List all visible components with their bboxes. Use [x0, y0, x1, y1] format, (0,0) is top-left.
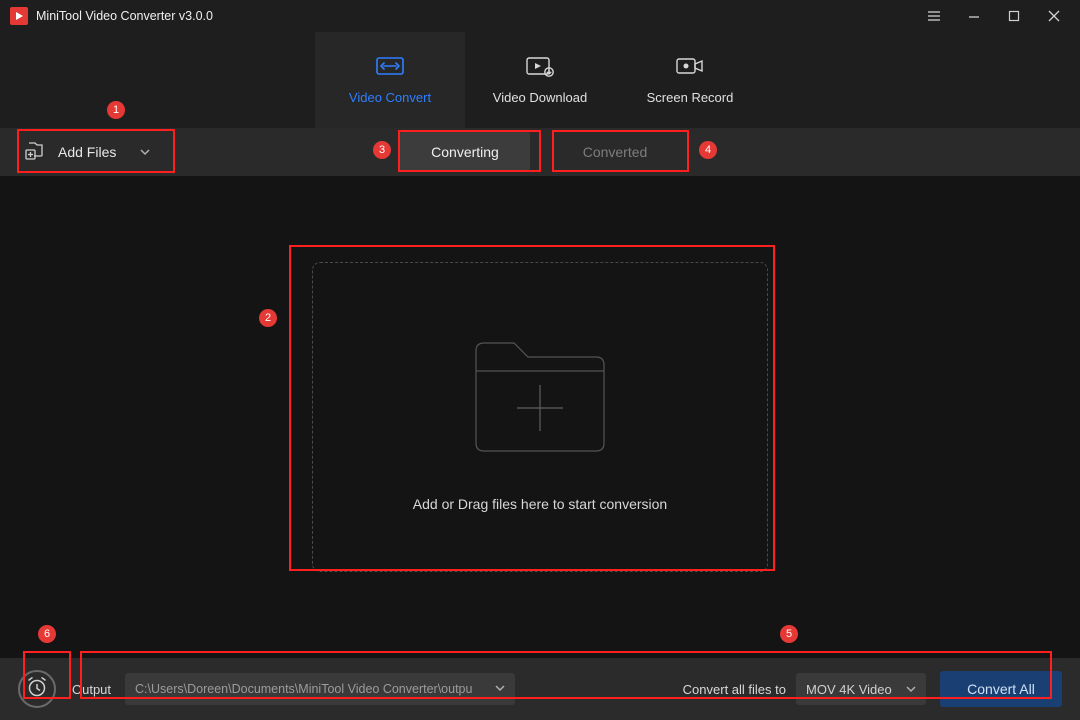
nav-label: Video Download: [493, 90, 587, 105]
folder-plus-icon: [456, 323, 624, 468]
app-title: MiniTool Video Converter v3.0.0: [36, 9, 213, 23]
tab-label: Converting: [431, 144, 499, 160]
record-icon: [675, 55, 705, 80]
format-selected-text: MOV 4K Video: [806, 682, 898, 697]
nav-label: Screen Record: [647, 90, 734, 105]
clock-icon: [26, 676, 48, 703]
tab-converted[interactable]: Converted: [550, 132, 680, 172]
conversion-tabs: Converting Converted: [400, 128, 680, 176]
format-select[interactable]: MOV 4K Video: [796, 673, 926, 705]
drop-zone-hint: Add or Drag files here to start conversi…: [413, 496, 667, 512]
convert-all-button[interactable]: Convert All: [940, 671, 1062, 707]
chevron-down-icon: [495, 682, 505, 696]
close-button[interactable]: [1034, 0, 1074, 32]
app-logo-icon: [10, 7, 28, 25]
convert-icon: [375, 55, 405, 80]
title-bar: MiniTool Video Converter v3.0.0: [0, 0, 1080, 32]
add-files-icon: [24, 140, 46, 165]
nav-label: Video Convert: [349, 90, 431, 105]
maximize-button[interactable]: [994, 0, 1034, 32]
output-label: Output: [72, 682, 111, 697]
schedule-button[interactable]: [18, 670, 56, 708]
convert-all-label: Convert all files to: [683, 682, 786, 697]
tab-label: Converted: [583, 144, 648, 160]
tab-converting[interactable]: Converting: [400, 132, 530, 172]
nav-screen-record[interactable]: Screen Record: [615, 32, 765, 128]
app-window: MiniTool Video Converter v3.0.0: [0, 0, 1080, 720]
drop-zone[interactable]: Add or Drag files here to start conversi…: [312, 262, 768, 572]
chevron-down-icon: [140, 144, 150, 160]
output-path-text: C:\Users\Doreen\Documents\MiniTool Video…: [135, 682, 489, 696]
window-controls: [914, 0, 1074, 32]
output-path-dropdown[interactable]: C:\Users\Doreen\Documents\MiniTool Video…: [125, 673, 515, 705]
hamburger-menu-icon[interactable]: [914, 0, 954, 32]
nav-video-convert[interactable]: Video Convert: [315, 32, 465, 128]
add-files-label: Add Files: [58, 144, 116, 160]
add-files-button[interactable]: Add Files: [18, 130, 168, 174]
toolbar: Add Files Converting Converted: [0, 128, 1080, 176]
chevron-down-icon: [906, 682, 916, 697]
nav-video-download[interactable]: Video Download: [465, 32, 615, 128]
convert-all-button-label: Convert All: [967, 681, 1035, 697]
bottom-bar: Output C:\Users\Doreen\Documents\MiniToo…: [0, 658, 1080, 720]
content-area: Add or Drag files here to start conversi…: [0, 176, 1080, 658]
download-icon: [525, 55, 555, 80]
minimize-button[interactable]: [954, 0, 994, 32]
primary-nav: Video Convert Video Download: [0, 32, 1080, 128]
